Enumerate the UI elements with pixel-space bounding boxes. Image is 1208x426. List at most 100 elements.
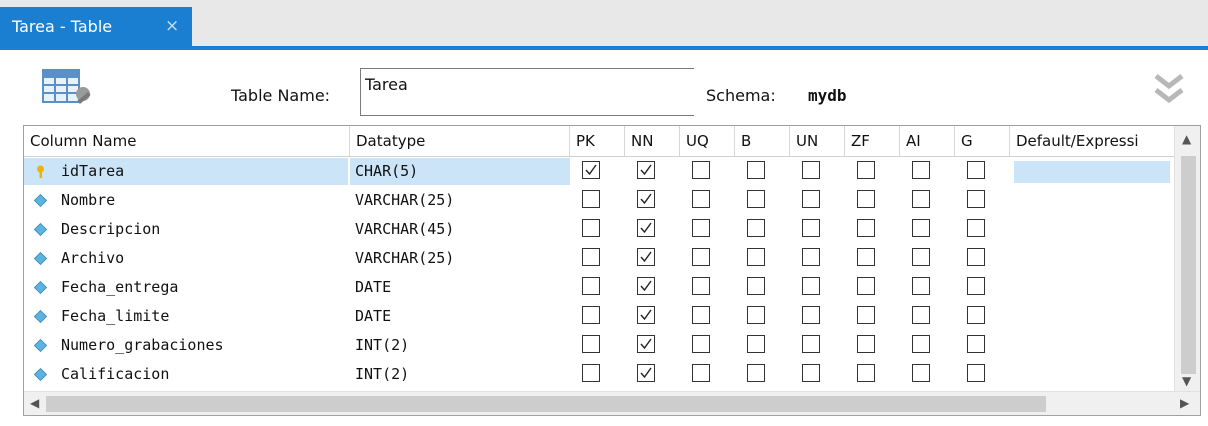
zf-checkbox[interactable] <box>857 306 875 324</box>
b-checkbox[interactable] <box>747 277 765 295</box>
datatype-cell[interactable]: CHAR(5) <box>350 158 570 185</box>
pk-checkbox[interactable] <box>582 219 600 237</box>
datatype-cell[interactable]: DATE <box>350 303 570 330</box>
ai-checkbox[interactable] <box>912 161 930 179</box>
g-checkbox[interactable] <box>967 335 985 353</box>
default-expression-cell[interactable] <box>1014 248 1170 270</box>
zf-checkbox[interactable] <box>857 277 875 295</box>
pk-checkbox[interactable] <box>582 248 600 266</box>
vertical-scroll-thumb[interactable] <box>1181 156 1196 374</box>
un-checkbox[interactable] <box>802 190 820 208</box>
uq-checkbox[interactable] <box>692 277 710 295</box>
ai-checkbox[interactable] <box>912 364 930 382</box>
pk-checkbox[interactable] <box>582 161 600 179</box>
datatype-cell[interactable]: DATE <box>350 274 570 301</box>
un-checkbox[interactable] <box>802 248 820 266</box>
scroll-down-icon[interactable]: ▼ <box>1182 374 1191 388</box>
g-checkbox[interactable] <box>967 161 985 179</box>
uq-checkbox[interactable] <box>692 364 710 382</box>
ai-checkbox[interactable] <box>912 219 930 237</box>
table-row[interactable]: Nombre VARCHAR(25) <box>24 186 1174 215</box>
datatype-cell[interactable]: VARCHAR(25) <box>350 245 570 272</box>
header-uq[interactable]: UQ <box>680 126 735 156</box>
un-checkbox[interactable] <box>802 219 820 237</box>
b-checkbox[interactable] <box>747 364 765 382</box>
un-checkbox[interactable] <box>802 277 820 295</box>
g-checkbox[interactable] <box>967 277 985 295</box>
ai-checkbox[interactable] <box>912 335 930 353</box>
default-expression-cell[interactable] <box>1014 306 1170 328</box>
horizontal-scroll-thumb[interactable] <box>46 396 1046 412</box>
default-expression-cell[interactable] <box>1014 190 1170 212</box>
nn-checkbox[interactable] <box>637 277 655 295</box>
nn-checkbox[interactable] <box>637 248 655 266</box>
scroll-left-icon[interactable]: ◀ <box>30 396 39 410</box>
horizontal-scrollbar[interactable]: ◀ ▶ <box>24 391 1200 415</box>
datatype-cell[interactable]: INT(2) <box>350 361 570 388</box>
default-expression-cell[interactable] <box>1014 335 1170 357</box>
scroll-right-icon[interactable]: ▶ <box>1180 396 1189 410</box>
datatype-cell[interactable]: VARCHAR(45) <box>350 216 570 243</box>
ai-checkbox[interactable] <box>912 277 930 295</box>
b-checkbox[interactable] <box>747 248 765 266</box>
close-icon[interactable]: × <box>165 16 179 36</box>
nn-checkbox[interactable] <box>637 219 655 237</box>
zf-checkbox[interactable] <box>857 190 875 208</box>
nn-checkbox[interactable] <box>637 364 655 382</box>
pk-checkbox[interactable] <box>582 306 600 324</box>
g-checkbox[interactable] <box>967 306 985 324</box>
header-un[interactable]: UN <box>790 126 845 156</box>
un-checkbox[interactable] <box>802 306 820 324</box>
zf-checkbox[interactable] <box>857 248 875 266</box>
scroll-up-icon[interactable]: ▲ <box>1182 132 1191 146</box>
uq-checkbox[interactable] <box>692 161 710 179</box>
table-row[interactable]: Fecha_limite DATE <box>24 302 1174 331</box>
zf-checkbox[interactable] <box>857 364 875 382</box>
nn-checkbox[interactable] <box>637 306 655 324</box>
nn-checkbox[interactable] <box>637 190 655 208</box>
default-expression-cell[interactable] <box>1014 161 1170 183</box>
header-zf[interactable]: ZF <box>845 126 900 156</box>
zf-checkbox[interactable] <box>857 335 875 353</box>
header-datatype[interactable]: Datatype <box>350 126 570 156</box>
table-row[interactable]: idTarea CHAR(5) <box>24 157 1174 186</box>
column-name-cell[interactable]: Fecha_limite <box>24 303 348 330</box>
b-checkbox[interactable] <box>747 306 765 324</box>
un-checkbox[interactable] <box>802 161 820 179</box>
default-expression-cell[interactable] <box>1014 219 1170 241</box>
column-name-cell[interactable]: Calificacion <box>24 361 348 388</box>
nn-checkbox[interactable] <box>637 335 655 353</box>
zf-checkbox[interactable] <box>857 161 875 179</box>
header-default-expression[interactable]: Default/Expressi <box>1010 126 1174 156</box>
tab-tarea-table[interactable]: Tarea - Table × <box>0 7 192 46</box>
ai-checkbox[interactable] <box>912 248 930 266</box>
uq-checkbox[interactable] <box>692 219 710 237</box>
column-name-cell[interactable]: Archivo <box>24 245 348 272</box>
header-pk[interactable]: PK <box>570 126 625 156</box>
pk-checkbox[interactable] <box>582 190 600 208</box>
uq-checkbox[interactable] <box>692 248 710 266</box>
table-row[interactable]: Fecha_entrega DATE <box>24 273 1174 302</box>
collapse-double-chevron-icon[interactable] <box>1152 70 1186 106</box>
g-checkbox[interactable] <box>967 248 985 266</box>
default-expression-cell[interactable] <box>1014 364 1170 386</box>
column-name-cell[interactable]: Numero_grabaciones <box>24 332 348 359</box>
un-checkbox[interactable] <box>802 335 820 353</box>
datatype-cell[interactable]: INT(2) <box>350 332 570 359</box>
uq-checkbox[interactable] <box>692 335 710 353</box>
g-checkbox[interactable] <box>967 190 985 208</box>
g-checkbox[interactable] <box>967 364 985 382</box>
header-b[interactable]: B <box>735 126 790 156</box>
table-row[interactable]: Descripcion VARCHAR(45) <box>24 215 1174 244</box>
ai-checkbox[interactable] <box>912 306 930 324</box>
pk-checkbox[interactable] <box>582 335 600 353</box>
pk-checkbox[interactable] <box>582 277 600 295</box>
table-row[interactable]: Archivo VARCHAR(25) <box>24 244 1174 273</box>
column-name-cell[interactable]: idTarea <box>24 158 348 185</box>
column-name-cell[interactable]: Nombre <box>24 187 348 214</box>
column-name-cell[interactable]: Fecha_entrega <box>24 274 348 301</box>
b-checkbox[interactable] <box>747 161 765 179</box>
un-checkbox[interactable] <box>802 364 820 382</box>
column-name-cell[interactable]: Descripcion <box>24 216 348 243</box>
table-row[interactable]: Calificacion INT(2) <box>24 360 1174 389</box>
